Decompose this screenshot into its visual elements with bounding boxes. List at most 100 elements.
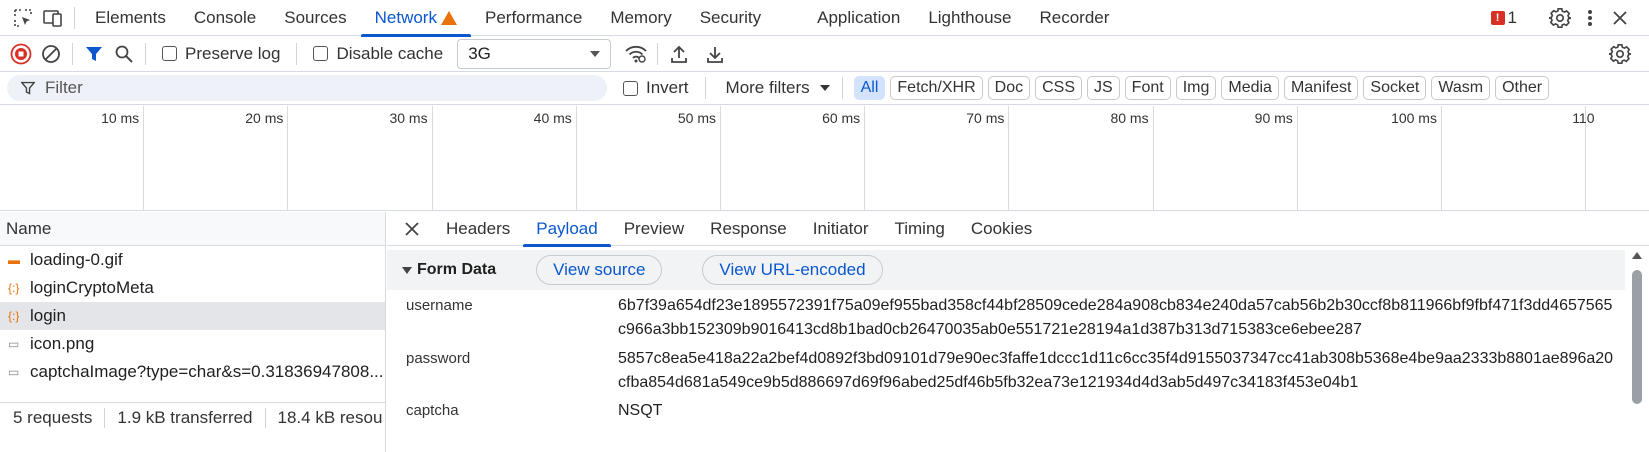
filter-chip-wasm[interactable]: Wasm (1431, 76, 1491, 100)
export-har-download-icon[interactable] (700, 39, 730, 69)
settings-gear-icon[interactable] (1545, 3, 1575, 33)
divider (841, 77, 843, 99)
issue-icon: ! (1490, 10, 1505, 25)
filter-bar: Filter Invert More filters All Fetch/XHR D… (0, 72, 1649, 105)
xhr-request-icon: ▬ (8, 253, 20, 267)
form-data-section-header[interactable]: Form Data View source View URL-encoded (387, 250, 1625, 290)
filter-chip-doc[interactable]: Doc (987, 76, 1031, 100)
resource-type-filters: All Fetch/XHR Doc CSS JS Font Img Media Manifest… (849, 76, 1550, 100)
dropdown-arrow-icon (819, 85, 830, 91)
detail-tabs: Headers Payload Preview Response Initiator Ti… (387, 212, 1649, 247)
detail-tab-preview[interactable]: Preview (611, 212, 697, 246)
more-filters-dropdown[interactable]: More filters (726, 78, 830, 98)
tab-label: Memory (610, 7, 672, 27)
resources-size: 18.4 kB resou (277, 407, 383, 427)
filter-chip-img[interactable]: Img (1175, 76, 1217, 100)
tab-performance[interactable]: Performance (471, 0, 596, 36)
filter-funnel-icon[interactable] (79, 39, 109, 69)
more-filters-label: More filters (725, 78, 810, 97)
tab-label: Network (374, 7, 437, 27)
close-devtools-icon[interactable] (1605, 3, 1635, 33)
checkbox-box[interactable] (162, 46, 177, 61)
filter-input[interactable]: Filter (7, 75, 607, 101)
device-toolbar-icon[interactable] (38, 3, 68, 33)
timeline-gridline: 80 ms (1009, 106, 1154, 211)
filter-chip-all[interactable]: All (853, 76, 886, 100)
detail-tab-list: Headers Payload Preview Response Initiator Ti… (433, 212, 1045, 247)
tab-lighthouse[interactable]: Lighthouse (914, 0, 1025, 36)
timeline-tick-label: 100 ms (1391, 110, 1437, 126)
detail-tab-response[interactable]: Response (697, 212, 800, 246)
close-details-icon[interactable] (397, 214, 427, 244)
detail-tab-initiator[interactable]: Initiator (800, 212, 882, 246)
image-file-icon: ▭ (8, 337, 20, 351)
checkbox-box[interactable] (623, 80, 638, 96)
filter-chip-other[interactable]: Other (1495, 76, 1550, 100)
disable-cache-checkbox[interactable]: Disable cache (313, 44, 443, 64)
filter-chip-socket[interactable]: Socket (1363, 76, 1427, 100)
divider (264, 407, 266, 428)
inspect-element-icon[interactable] (8, 3, 38, 33)
field-key: username (406, 297, 473, 314)
tab-label: Recorder (1039, 7, 1110, 27)
issues-counter[interactable]: ! 1 (1490, 8, 1517, 28)
filter-chip-css[interactable]: CSS (1035, 76, 1082, 100)
invert-checkbox[interactable]: Invert (623, 78, 689, 98)
divider (104, 407, 106, 428)
stop-recording-icon[interactable] (6, 39, 36, 69)
detail-tab-headers[interactable]: Headers (433, 212, 523, 246)
network-settings-gear-icon[interactable] (1605, 39, 1635, 69)
tab-application[interactable]: Application (803, 0, 914, 36)
checkbox-box[interactable] (313, 46, 329, 61)
filter-chip-js[interactable]: JS (1087, 76, 1120, 100)
timeline-tick-label: 40 ms (533, 110, 572, 126)
import-har-upload-icon[interactable] (664, 39, 694, 69)
view-url-encoded-button[interactable]: View URL-encoded (702, 255, 883, 285)
request-row[interactable]: ▬ loading-0.gif (0, 246, 385, 274)
clear-icon[interactable] (36, 39, 66, 69)
view-source-button[interactable]: View source (536, 255, 663, 285)
vertical-scrollbar[interactable] (1631, 250, 1643, 452)
request-row[interactable]: {:} login (0, 302, 385, 330)
timeline-tick-label: 80 ms (1110, 110, 1149, 126)
view-source-label: View source (553, 260, 646, 279)
collapse-triangle-icon (402, 266, 412, 274)
filter-chip-media[interactable]: Media (1221, 76, 1279, 100)
request-rows: ▬ loading-0.gif {:} loginCryptoMeta {:} login… (0, 246, 385, 386)
scroll-up-arrow-icon[interactable] (1632, 252, 1642, 259)
timeline-gridline: 30 ms (288, 106, 433, 211)
network-conditions-wifi-icon[interactable] (621, 39, 651, 69)
detail-tab-timing[interactable]: Timing (881, 212, 957, 246)
transferred-size: 1.9 kB transferred (117, 407, 253, 427)
scrollbar-thumb[interactable] (1632, 270, 1642, 404)
preserve-log-checkbox[interactable]: Preserve log (162, 44, 280, 64)
tab-memory[interactable]: Memory (596, 0, 685, 36)
throttling-select[interactable]: 3G (457, 38, 612, 69)
filter-chip-fetchxhr[interactable]: Fetch/XHR (890, 76, 983, 100)
name-column-header[interactable]: Name (0, 212, 385, 246)
tab-recorder[interactable]: Recorder (1026, 0, 1124, 36)
search-icon[interactable] (109, 39, 139, 69)
request-row[interactable]: {:} loginCryptoMeta (0, 274, 385, 302)
more-options-icon[interactable] (1575, 3, 1605, 33)
tab-label: Elements (95, 7, 166, 27)
dropdown-arrow-icon (590, 50, 601, 57)
request-name: loading-0.gif (30, 250, 123, 269)
filter-chip-font[interactable]: Font (1124, 76, 1171, 100)
detail-tab-cookies[interactable]: Cookies (958, 212, 1045, 246)
tab-security[interactable]: Security (686, 0, 775, 36)
tab-sources[interactable]: Sources (270, 0, 360, 36)
request-name: captchaImage?type=char&s=0.31836947808..… (30, 362, 384, 381)
request-list: Name ▬ loading-0.gif {:} loginCryptoMeta {:}… (0, 212, 386, 452)
request-row[interactable]: ▭ captchaImage?type=char&s=0.31836947808.… (0, 358, 385, 386)
timeline-gridline: 100 ms (1298, 106, 1442, 211)
tab-elements[interactable]: Elements (81, 0, 180, 36)
tab-console[interactable]: Console (180, 0, 270, 36)
request-count: 5 requests (13, 407, 93, 427)
request-details: Headers Payload Preview Response Initiator Ti… (387, 212, 1649, 452)
filter-chip-manifest[interactable]: Manifest (1283, 76, 1359, 100)
detail-tab-payload[interactable]: Payload (523, 212, 612, 247)
tab-network[interactable]: Network (360, 0, 472, 37)
request-row[interactable]: ▭ icon.png (0, 330, 385, 358)
panel-tabs: Elements Console Sources Network Performance… (81, 0, 1124, 37)
